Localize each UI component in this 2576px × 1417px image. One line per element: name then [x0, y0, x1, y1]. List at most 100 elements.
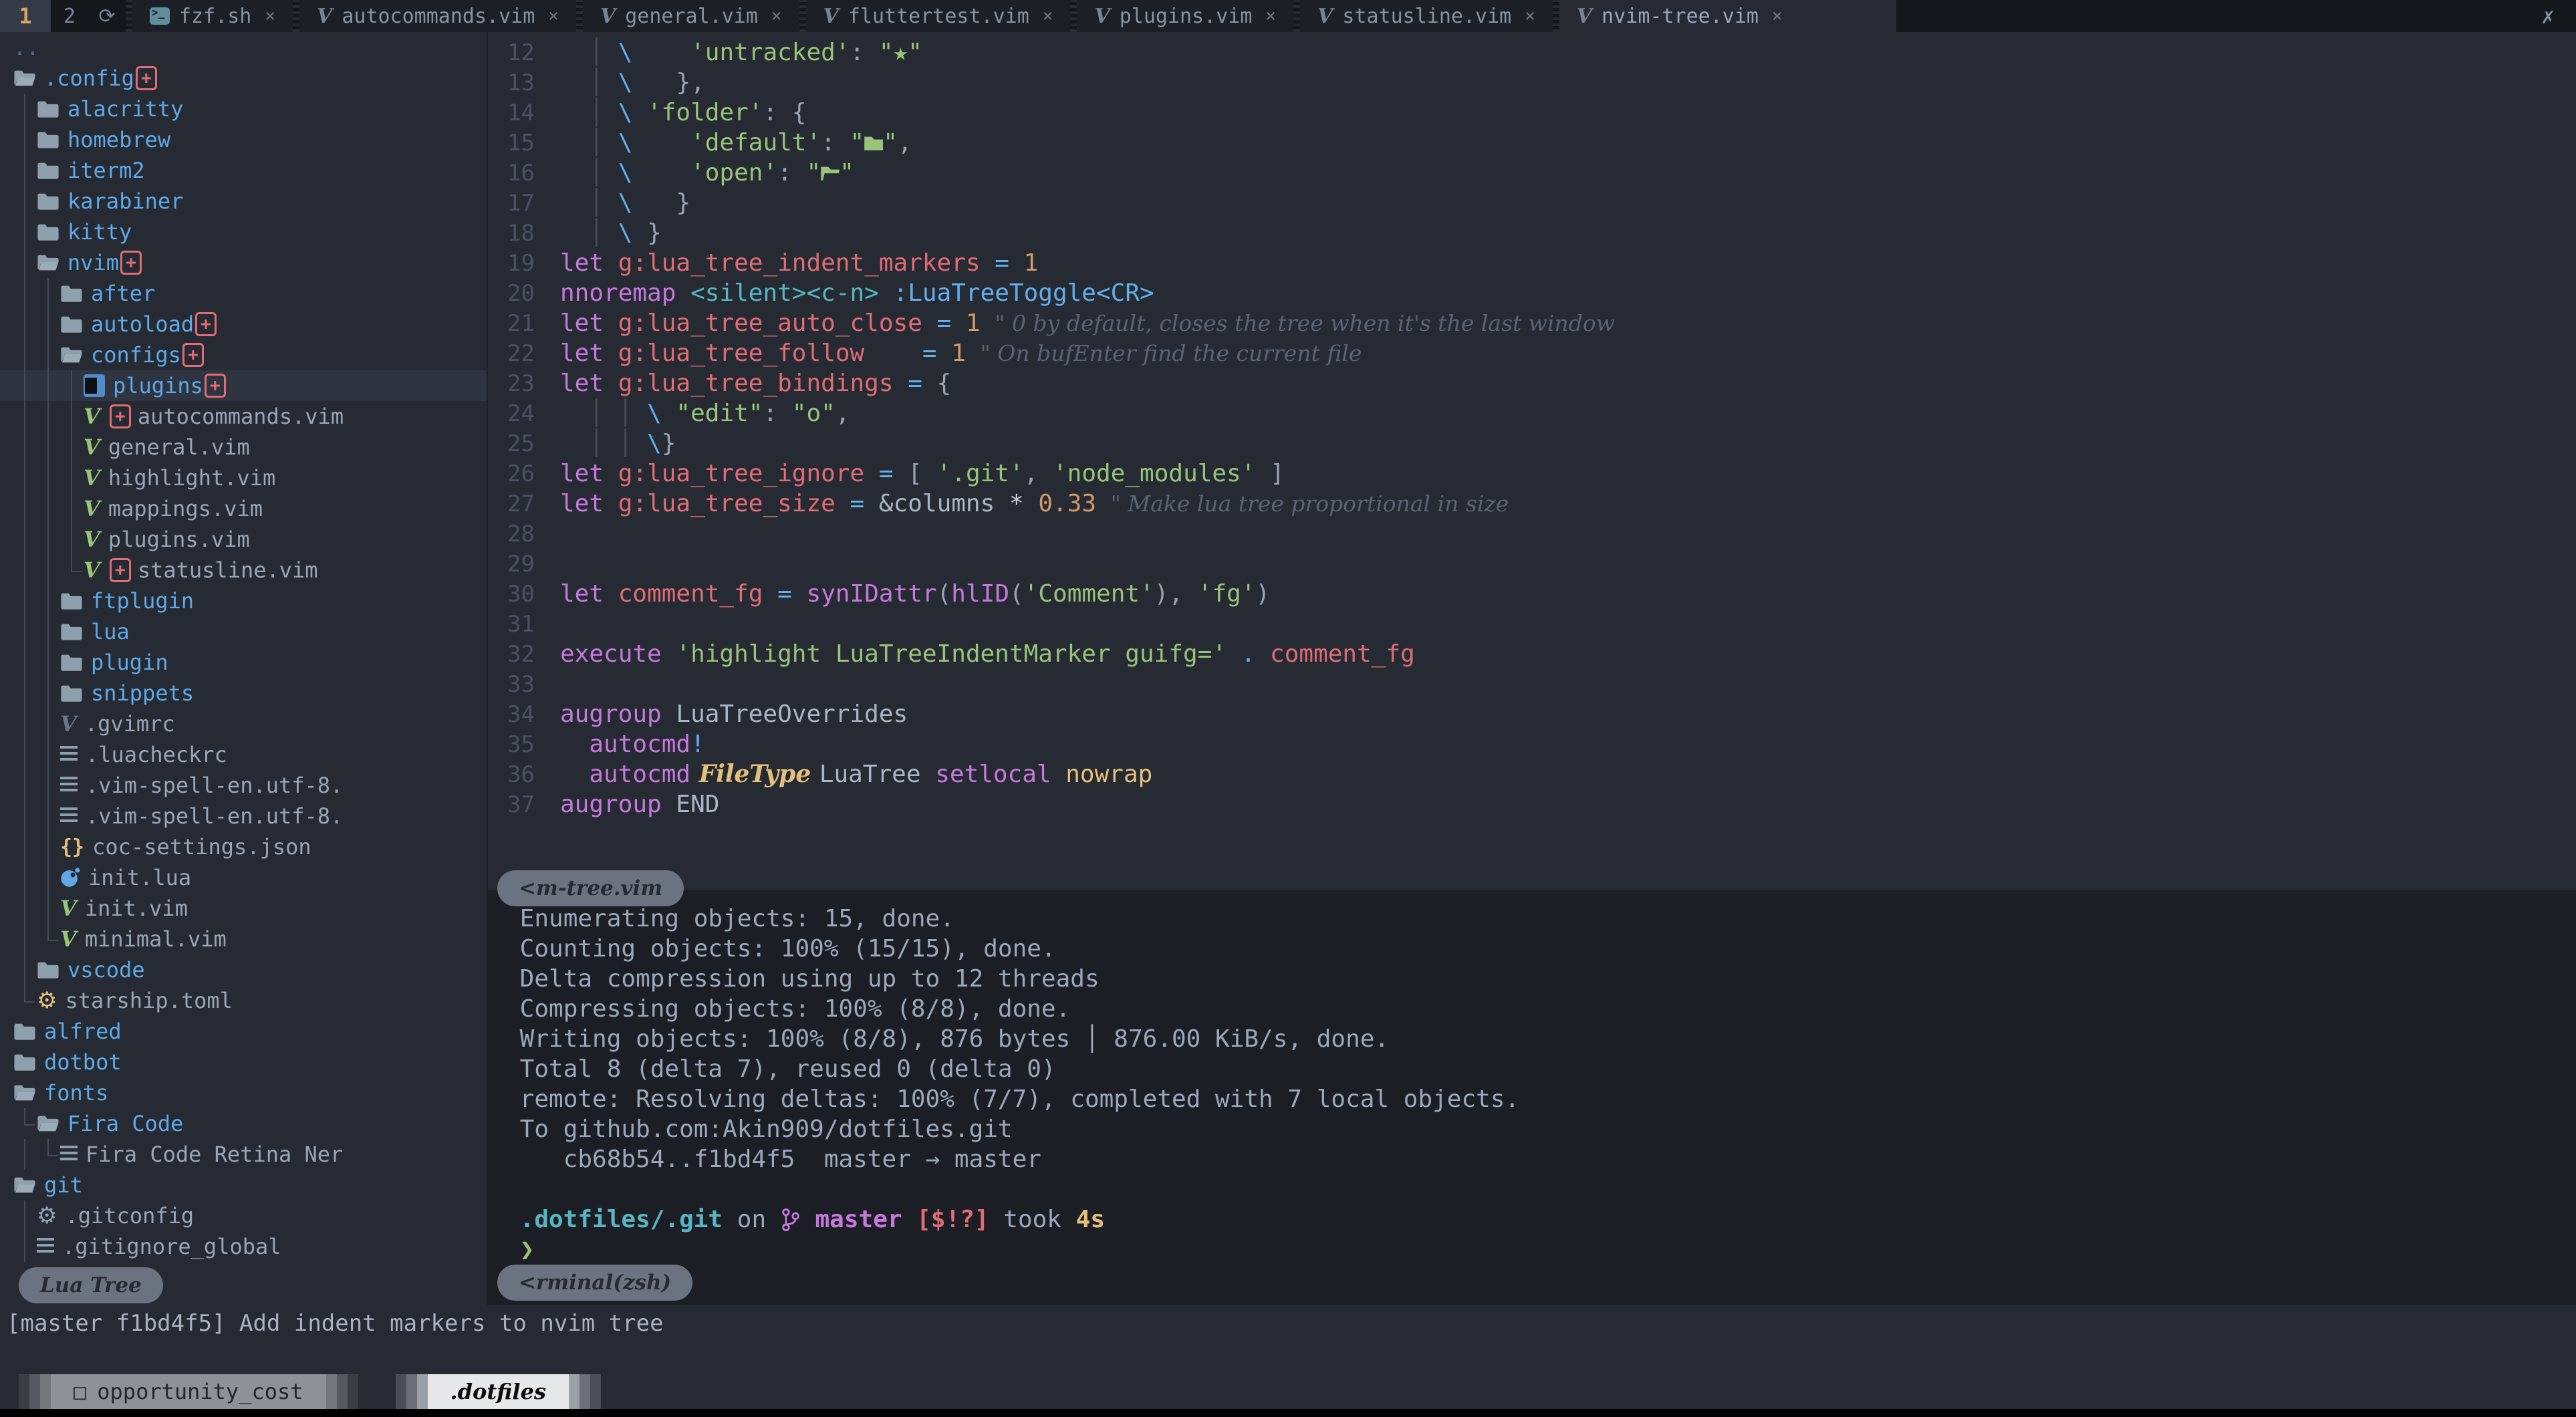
- indent-guide: [37, 831, 60, 862]
- tab-fzf.sh[interactable]: fzf.sh ×: [132, 0, 293, 32]
- file-tree-panel[interactable]: ...config+alacrittyhomebrewiterm2karabin…: [0, 32, 488, 1305]
- tree-item-.config[interactable]: .config+: [0, 63, 487, 94]
- indent-guide: [13, 831, 37, 862]
- tab-close-icon[interactable]: ×: [1772, 6, 1783, 26]
- code-line-27: 27let g:lua_tree_size = &columns * 0.33 …: [488, 489, 2576, 519]
- tab-number-active[interactable]: 1: [0, 0, 51, 32]
- indent-guide: [13, 124, 37, 155]
- tab-nvim-tree.vim[interactable]: Vnvim-tree.vim×: [1559, 0, 1896, 32]
- tab-label: statusline.vim: [1342, 5, 1511, 28]
- tree-item-plugin[interactable]: plugin: [0, 647, 487, 678]
- tree-item-homebrew[interactable]: homebrew: [0, 124, 487, 155]
- tree-item-plugins.vim[interactable]: Vplugins.vim: [0, 524, 487, 555]
- tree-item-.vim-spell-en.utf-8.[interactable]: .vim-spell-en.utf-8.: [0, 770, 487, 801]
- tree-item-label: Fira Code Retina Ner: [86, 1142, 343, 1167]
- code-line-31: 31: [488, 609, 2576, 639]
- tree-item-.gvimrc[interactable]: V.gvimrc: [0, 708, 487, 739]
- tree-item-label: configs: [91, 342, 181, 368]
- indent-guide: [13, 770, 37, 801]
- indent-guide: [13, 678, 37, 708]
- tree-item-iterm2[interactable]: iterm2: [0, 155, 487, 186]
- tab-fluttertest.vim[interactable]: Vfluttertest.vim×: [806, 0, 1071, 32]
- tmux-window-dotfiles[interactable]: .dotfiles: [396, 1374, 601, 1409]
- tree-item-.luacheckrc[interactable]: .luacheckrc: [0, 739, 487, 770]
- tree-item-Fira-Code-Retina-Ner[interactable]: Fira Code Retina Ner: [0, 1139, 487, 1170]
- tree-item-ftplugin[interactable]: ftplugin: [0, 586, 487, 616]
- tab-close-icon[interactable]: ×: [771, 6, 782, 26]
- tree-item-minimal.vim[interactable]: Vminimal.vim: [0, 924, 487, 954]
- tab-plugins.vim[interactable]: Vplugins.vim×: [1077, 0, 1293, 32]
- tree-item-.gitconfig[interactable]: ⚙.gitconfig: [0, 1200, 487, 1231]
- tree-item-mappings.vim[interactable]: Vmappings.vim: [0, 493, 487, 524]
- tree-item-autoload[interactable]: autoload+: [0, 309, 487, 340]
- tab-close-icon[interactable]: ×: [1043, 6, 1053, 26]
- tree-item-alacritty[interactable]: alacritty: [0, 94, 487, 124]
- code-line-16: 16 │ \ 'open': "": [488, 158, 2576, 188]
- folder-icon: [37, 222, 59, 242]
- tab-close-icon[interactable]: ×: [1525, 6, 1535, 26]
- tmux-window-label: .dotfiles: [428, 1374, 569, 1409]
- indent-guide: [13, 985, 37, 1016]
- tab-label: fzf.sh: [179, 5, 251, 28]
- tree-item-label: after: [91, 281, 155, 306]
- tab-close-icon[interactable]: ×: [548, 6, 559, 26]
- tmux-window-opportunity-cost[interactable]: □opportunity_cost: [19, 1374, 358, 1409]
- tree-item-after[interactable]: after: [0, 278, 487, 309]
- indent-guide: [37, 432, 60, 463]
- vim-file-icon-green: V: [84, 496, 100, 521]
- indent-guide: [13, 247, 37, 278]
- json-icon: {}: [60, 835, 84, 859]
- tab-statusline.vim[interactable]: Vstatusline.vim ×: [1300, 0, 1553, 32]
- tree-item-label: vscode: [68, 957, 145, 983]
- indent-guide: [37, 924, 60, 954]
- icon-branch: [781, 1206, 815, 1233]
- tree-item-fonts[interactable]: fonts: [0, 1077, 487, 1108]
- tree-item-plugins[interactable]: plugins+: [0, 370, 487, 401]
- terminal-panel[interactable]: Enumerating objects: 15, done. Counting …: [488, 890, 2576, 1305]
- code-editor[interactable]: 12 │ \ 'untracked': "★"13 │ \ },14 │ \ '…: [488, 32, 2576, 896]
- tree-item-label: .luacheckrc: [86, 742, 227, 767]
- vim-icon: V: [1317, 5, 1333, 28]
- tree-item-highlight.vim[interactable]: Vhighlight.vim: [0, 463, 487, 493]
- tree-item-lua[interactable]: lua: [0, 616, 487, 647]
- tree-item-dotbot[interactable]: dotbot: [0, 1047, 487, 1077]
- close-all-icon[interactable]: ✗: [2520, 0, 2576, 32]
- code-line-22: 22let g:lua_tree_follow = 1 " On bufEnte…: [488, 338, 2576, 368]
- tab-separator: [126, 0, 132, 32]
- tree-item-alfred[interactable]: alfred: [0, 1016, 487, 1047]
- tree-item-general.vim[interactable]: Vgeneral.vim: [0, 432, 487, 463]
- tree-item-label: fonts: [44, 1080, 108, 1106]
- line-number: 19: [488, 249, 535, 279]
- tree-item-nvim[interactable]: nvim+: [0, 247, 487, 278]
- folder-open-glyph: [821, 164, 840, 180]
- tree-item-vscode[interactable]: vscode: [0, 954, 487, 985]
- indent-guide: [13, 924, 37, 954]
- tab-separator: [293, 0, 299, 32]
- tab-general.vim[interactable]: Vgeneral.vim×: [583, 0, 799, 32]
- tree-item-coc-settings.json[interactable]: {}coc-settings.json: [0, 831, 487, 862]
- tree-item-statusline.vim[interactable]: V+statusline.vim: [0, 555, 487, 586]
- tree-item-.vim-spell-en.utf-8.[interactable]: .vim-spell-en.utf-8.: [0, 801, 487, 831]
- tree-item-karabiner[interactable]: karabiner: [0, 186, 487, 217]
- tree-item-Fira-Code[interactable]: Fira Code: [0, 1108, 487, 1139]
- tree-item-starship.toml[interactable]: ⚙starship.toml: [0, 985, 487, 1016]
- tree-item-..[interactable]: ..: [0, 32, 487, 63]
- tree-item-kitty[interactable]: kitty: [0, 217, 487, 247]
- tab-close-icon[interactable]: ×: [265, 6, 275, 26]
- tree-item-autocommands.vim[interactable]: V+autocommands.vim: [0, 401, 487, 432]
- tree-item-.gitignore-global[interactable]: .gitignore_global: [0, 1231, 487, 1262]
- text-file-icon: [60, 746, 78, 763]
- tab-label: autocommands.vim: [342, 5, 535, 28]
- tree-item-init.lua[interactable]: init.lua: [0, 862, 487, 893]
- tab-autocommands.vim[interactable]: Vautocommands.vim×: [299, 0, 576, 32]
- tree-item-init.vim[interactable]: Vinit.vim: [0, 893, 487, 924]
- tab-number-2[interactable]: 2: [51, 0, 88, 32]
- tab-close-icon[interactable]: ×: [1265, 6, 1276, 26]
- tree-item-snippets[interactable]: snippets: [0, 678, 487, 708]
- tree-item-git[interactable]: git: [0, 1170, 487, 1200]
- tree-item-label: plugins: [113, 373, 203, 398]
- tree-item-label: starship.toml: [65, 988, 232, 1013]
- indent-guide: [37, 770, 60, 801]
- tree-item-label: git: [44, 1172, 83, 1198]
- tree-item-configs[interactable]: configs+: [0, 340, 487, 370]
